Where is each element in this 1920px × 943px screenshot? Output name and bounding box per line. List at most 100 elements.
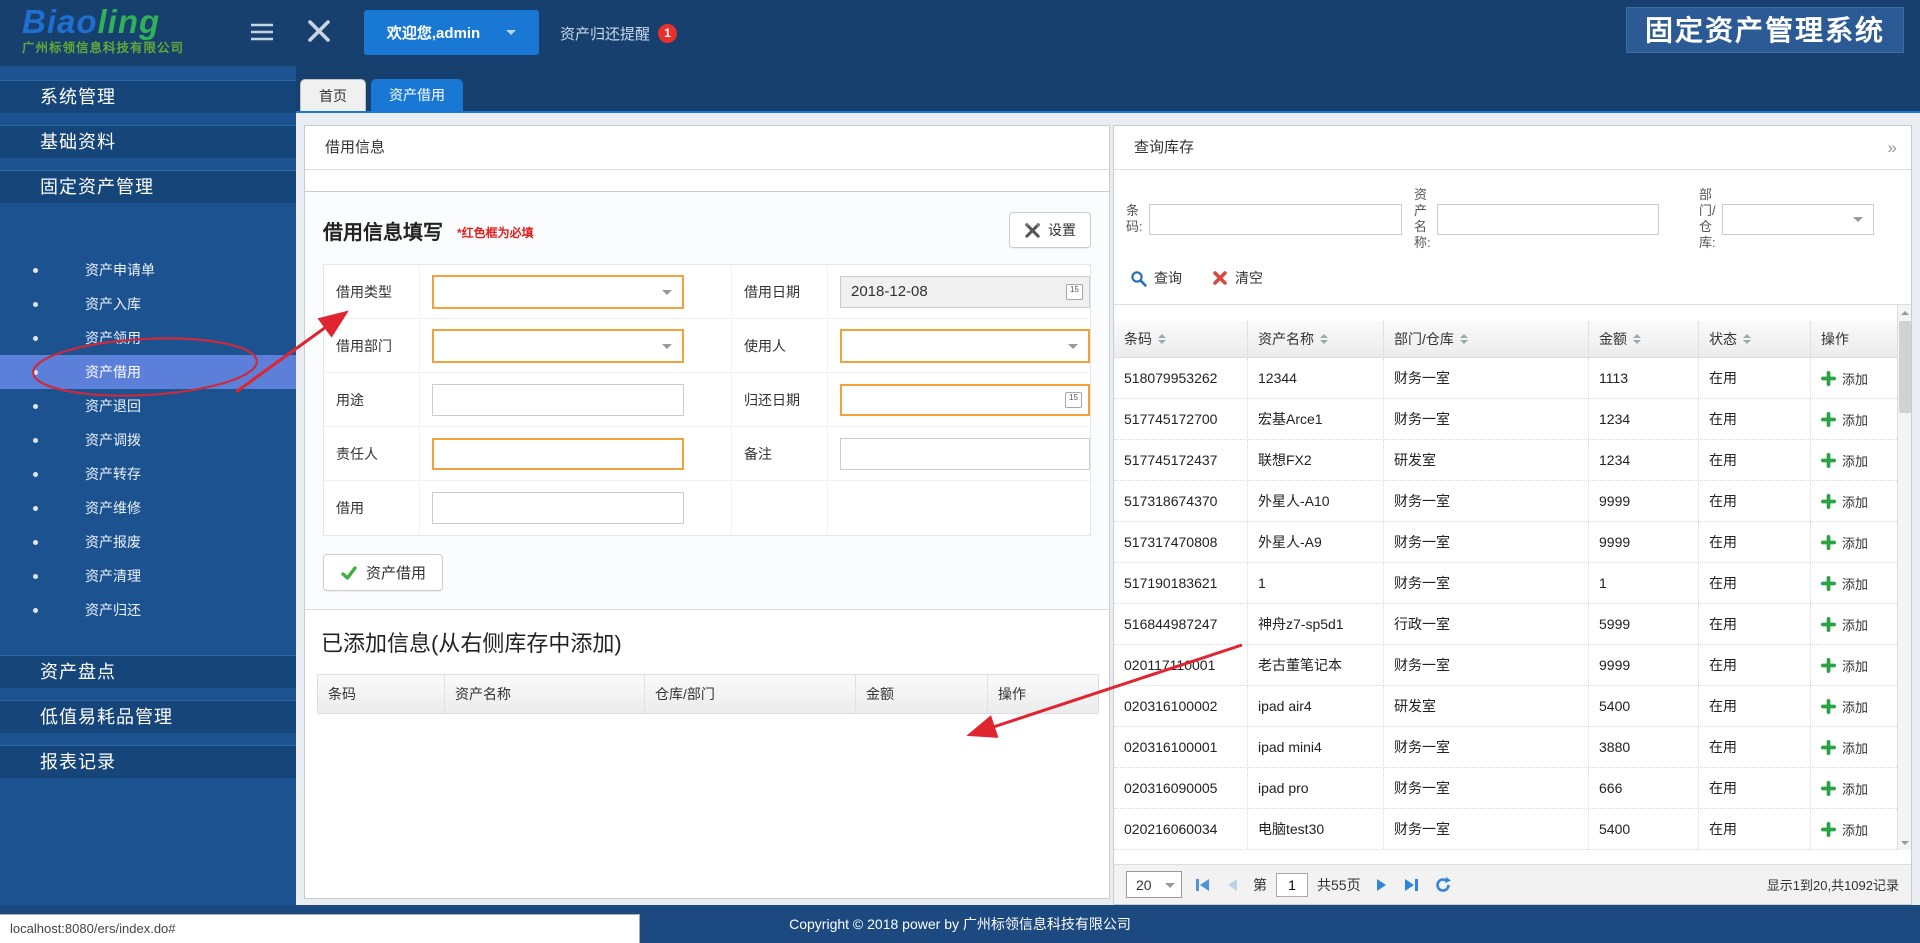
- welcome-user-button[interactable]: 欢迎您,admin: [364, 10, 539, 55]
- table-scrollbar[interactable]: [1897, 305, 1911, 850]
- required-note: *红色框为必填: [457, 224, 534, 241]
- tab-asset-borrow[interactable]: 资产借用: [371, 79, 463, 111]
- add-asset-button[interactable]: 添加: [1821, 615, 1868, 634]
- sidebar-item-fixed-asset-mgmt[interactable]: 固定资产管理: [0, 170, 296, 203]
- filter-dept-label: 部门/仓库:: [1699, 187, 1716, 251]
- add-asset-label: 添加: [1842, 451, 1868, 470]
- added-info-section: 已添加信息(从右侧库存中添加) 条码 资产名称 仓库/部门 金额 操作: [305, 610, 1109, 884]
- add-asset-button[interactable]: 添加: [1821, 574, 1868, 593]
- collapse-panel-icon[interactable]: »: [1888, 126, 1897, 170]
- borrow-info-panel: 借用信息 借用信息填写 *红色框为必填 设置 借用类型 借用日期 2: [304, 125, 1110, 899]
- filter-asset-name-input[interactable]: [1437, 204, 1659, 235]
- sidebar-item-base-data[interactable]: 基础资料: [0, 125, 296, 158]
- inventory-table: 条码 资产名称 部门/仓库 金额 状态 操作 518079953262 1234…: [1114, 304, 1911, 850]
- add-asset-button[interactable]: 添加: [1821, 697, 1868, 716]
- prev-page-button[interactable]: [1222, 874, 1244, 896]
- clear-button[interactable]: 清空: [1212, 268, 1263, 288]
- cell-status: 在用: [1699, 358, 1811, 398]
- inv-col-dept[interactable]: 部门/仓库: [1384, 321, 1589, 357]
- next-page-button[interactable]: [1370, 874, 1392, 896]
- add-asset-button[interactable]: 添加: [1821, 820, 1868, 839]
- borrow-form-title: 借用信息填写: [323, 216, 443, 245]
- sidebar-submenu-item[interactable]: 资产入库: [0, 287, 296, 321]
- sidebar-item-system-mgmt[interactable]: 系统管理: [0, 80, 296, 113]
- calendar-icon[interactable]: 15: [1065, 392, 1082, 408]
- scrollbar-thumb[interactable]: [1899, 321, 1911, 413]
- add-asset-button[interactable]: 添加: [1821, 492, 1868, 511]
- add-asset-button[interactable]: 添加: [1821, 738, 1868, 757]
- sidebar-submenu-item[interactable]: 资产归还: [0, 593, 296, 627]
- borrow-input[interactable]: [432, 492, 684, 524]
- plus-icon: [1821, 412, 1836, 427]
- scroll-down-icon[interactable]: [1898, 835, 1911, 850]
- close-icon[interactable]: [306, 18, 332, 44]
- add-asset-button[interactable]: 添加: [1821, 656, 1868, 675]
- asset-return-reminder[interactable]: 资产归还提醒 1: [560, 20, 677, 46]
- purpose-input[interactable]: [432, 384, 684, 416]
- sidebar-submenu-label: 资产入库: [85, 296, 141, 312]
- sidebar-submenu-item[interactable]: 资产退回: [0, 389, 296, 423]
- scroll-up-icon[interactable]: [1898, 305, 1911, 320]
- table-row: 517318674370 外星人-A10 财务一室 9999 在用 添加: [1114, 481, 1897, 522]
- sidebar-item-report-records[interactable]: 报表记录: [0, 745, 296, 778]
- inv-col-status[interactable]: 状态: [1699, 321, 1811, 357]
- sidebar-submenu-item[interactable]: 资产申请单: [0, 253, 296, 287]
- asset-borrow-submit-button[interactable]: 资产借用: [323, 554, 443, 591]
- add-asset-button[interactable]: 添加: [1821, 779, 1868, 798]
- plus-icon: [1821, 822, 1836, 837]
- settings-button[interactable]: 设置: [1009, 212, 1091, 248]
- filter-dept-select[interactable]: [1722, 204, 1874, 235]
- plus-icon: [1821, 535, 1836, 550]
- cell-asset-name: 老古董笔记本: [1248, 645, 1384, 685]
- sidebar-submenu-item[interactable]: 资产借用: [0, 355, 296, 389]
- borrow-dept-select[interactable]: [432, 329, 684, 363]
- return-date-field[interactable]: 15: [840, 384, 1090, 416]
- inv-col-barcode[interactable]: 条码: [1114, 321, 1248, 357]
- sidebar-submenu-item[interactable]: 资产领用: [0, 321, 296, 355]
- refresh-icon[interactable]: [1432, 874, 1454, 896]
- responsible-input[interactable]: [432, 438, 684, 470]
- cell-barcode: 020117110001: [1114, 645, 1248, 685]
- menu-toggle-icon[interactable]: [250, 22, 274, 42]
- records-summary: 显示1到20,共1092记录: [1767, 875, 1899, 894]
- cell-status: 在用: [1699, 481, 1811, 521]
- sidebar-submenu-item[interactable]: 资产清理: [0, 559, 296, 593]
- cell-asset-name: 神舟z7-sp5d1: [1248, 604, 1384, 644]
- sidebar-submenu-item[interactable]: 资产调拨: [0, 423, 296, 457]
- borrow-date-field[interactable]: 2018-12-08 15: [840, 276, 1090, 308]
- add-asset-button[interactable]: 添加: [1821, 369, 1868, 388]
- purpose-label: 用途: [336, 390, 364, 410]
- page-size-select[interactable]: 20: [1126, 871, 1182, 898]
- total-pages-label: 共55页: [1317, 875, 1361, 895]
- sidebar-submenu-label: 资产申请单: [85, 262, 155, 278]
- add-asset-button[interactable]: 添加: [1821, 451, 1868, 470]
- cell-status: 在用: [1699, 768, 1811, 808]
- sidebar-submenu-item[interactable]: 资产维修: [0, 491, 296, 525]
- sidebar-item-consumables-mgmt[interactable]: 低值易耗品管理: [0, 700, 296, 733]
- last-page-button[interactable]: [1401, 874, 1423, 896]
- borrow-date-label: 借用日期: [744, 282, 800, 302]
- sidebar-submenu-item[interactable]: 资产转存: [0, 457, 296, 491]
- add-asset-button[interactable]: 添加: [1821, 410, 1868, 429]
- reminder-count-badge: 1: [658, 24, 677, 43]
- sidebar-submenu-item[interactable]: 资产报废: [0, 525, 296, 559]
- sidebar-item-asset-inventory[interactable]: 资产盘点: [0, 655, 296, 688]
- cell-amount: 1234: [1589, 399, 1699, 439]
- borrow-form-section: 借用信息填写 *红色框为必填 设置 借用类型 借用日期 2018-12-08 1…: [305, 192, 1109, 536]
- sidebar-submenu: 资产申请单 资产入库 资产领用 资产借用 资产退回 资产调拨 资产转存 资产维修…: [0, 253, 296, 627]
- sort-icon: [1633, 334, 1641, 344]
- user-select[interactable]: [840, 329, 1090, 363]
- first-page-button[interactable]: [1191, 874, 1213, 896]
- calendar-icon[interactable]: 15: [1066, 284, 1083, 300]
- cell-dept: 财务一室: [1384, 645, 1589, 685]
- inv-col-amount[interactable]: 金额: [1589, 321, 1699, 357]
- remark-input[interactable]: [840, 438, 1090, 470]
- page-number-input[interactable]: [1276, 873, 1308, 897]
- borrow-type-select[interactable]: [432, 275, 684, 309]
- add-asset-button[interactable]: 添加: [1821, 533, 1868, 552]
- filter-barcode-input[interactable]: [1149, 204, 1402, 235]
- tab-home[interactable]: 首页: [300, 79, 366, 111]
- inv-col-asset-name[interactable]: 资产名称: [1248, 321, 1384, 357]
- plus-icon: [1821, 576, 1836, 591]
- search-button[interactable]: 查询: [1130, 268, 1182, 288]
